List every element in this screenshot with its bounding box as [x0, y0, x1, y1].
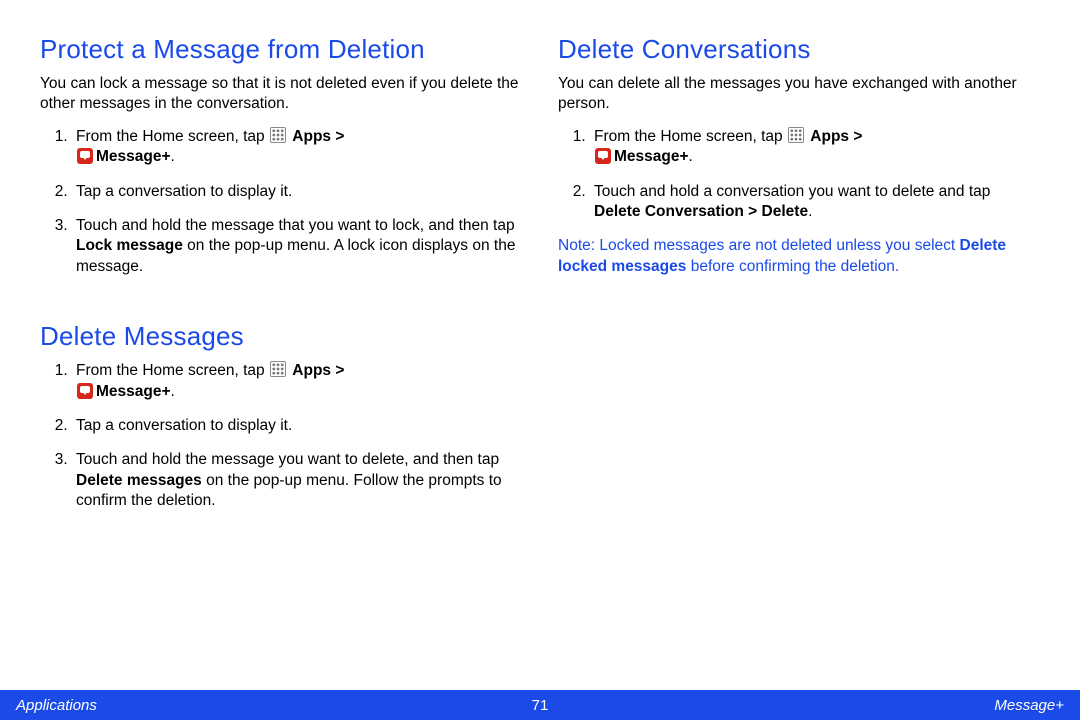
list-item: From the Home screen, tap Apps > Message… — [590, 127, 1040, 168]
list-item: Touch and hold a conversation you want t… — [590, 182, 1040, 223]
step-text: Touch and hold the message you want to d… — [76, 451, 499, 468]
note-text: : Locked messages are not deleted unless… — [591, 237, 960, 254]
messageplus-label: Message+ — [614, 148, 689, 165]
list-item: Touch and hold the message you want to d… — [72, 450, 522, 511]
step-text: From the Home screen, tap — [76, 362, 269, 379]
delete-conversation-label: Delete Conversation > Delete — [594, 203, 808, 220]
step-text: . — [171, 383, 175, 400]
steps-delete-conversations: From the Home screen, tap Apps > Message… — [558, 127, 1040, 223]
heading-delete-messages: Delete Messages — [40, 321, 522, 353]
list-item: From the Home screen, tap Apps > Message… — [72, 361, 522, 402]
apps-label: Apps > — [292, 128, 344, 145]
left-column: Protect a Message from Deletion You can … — [40, 34, 522, 680]
step-text: . — [171, 148, 175, 165]
apps-label: Apps > — [810, 128, 862, 145]
note-text: before confirming the deletion. — [686, 258, 899, 275]
footer-page-number: 71 — [532, 697, 549, 714]
message-plus-icon — [595, 148, 611, 164]
intro-protect-message: You can lock a message so that it is not… — [40, 74, 522, 115]
page-body: Protect a Message from Deletion You can … — [0, 0, 1080, 680]
list-item: From the Home screen, tap Apps > Message… — [72, 127, 522, 168]
steps-protect-message: From the Home screen, tap Apps > Message… — [40, 127, 522, 278]
step-text: From the Home screen, tap — [76, 128, 269, 145]
heading-delete-conversations: Delete Conversations — [558, 34, 1040, 66]
note-label: Note — [558, 237, 591, 254]
message-plus-icon — [77, 148, 93, 164]
apps-grid-icon — [270, 361, 286, 377]
step-text: Touch and hold a conversation you want t… — [594, 183, 990, 200]
step-text: . — [808, 203, 812, 220]
heading-protect-message: Protect a Message from Deletion — [40, 34, 522, 66]
step-text: Touch and hold the message that you want… — [76, 217, 515, 234]
step-text: From the Home screen, tap — [594, 128, 787, 145]
steps-delete-messages: From the Home screen, tap Apps > Message… — [40, 361, 522, 512]
apps-grid-icon — [788, 127, 804, 143]
apps-grid-icon — [270, 127, 286, 143]
footer-right: Message+ — [994, 697, 1064, 714]
message-plus-icon — [77, 383, 93, 399]
intro-delete-conversations: You can delete all the messages you have… — [558, 74, 1040, 115]
messageplus-label: Message+ — [96, 383, 171, 400]
right-column: Delete Conversations You can delete all … — [558, 34, 1040, 680]
list-item: Touch and hold the message that you want… — [72, 216, 522, 277]
messageplus-label: Message+ — [96, 148, 171, 165]
apps-label: Apps > — [292, 362, 344, 379]
list-item: Tap a conversation to display it. — [72, 416, 522, 436]
step-text: . — [689, 148, 693, 165]
lock-message-label: Lock message — [76, 237, 183, 254]
page-footer: Applications 71 Message+ — [0, 690, 1080, 720]
delete-messages-label: Delete messages — [76, 472, 202, 489]
footer-left: Applications — [16, 697, 97, 714]
note-delete-conversations: Note: Locked messages are not deleted un… — [558, 236, 1040, 277]
list-item: Tap a conversation to display it. — [72, 182, 522, 202]
